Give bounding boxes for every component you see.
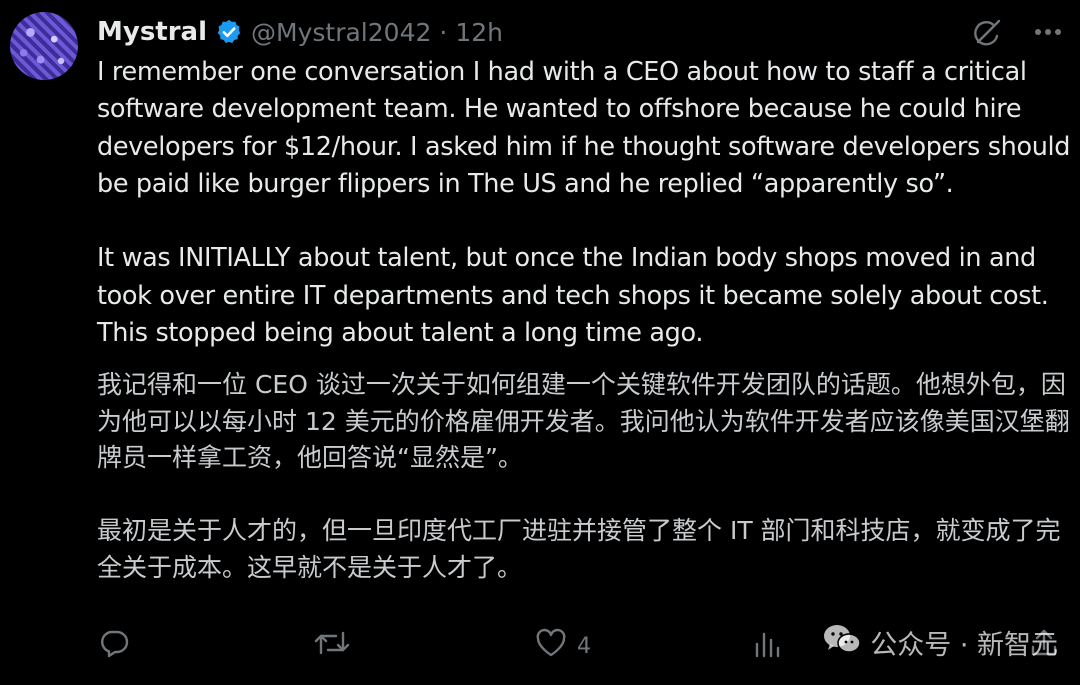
like-button[interactable]: 4	[535, 624, 591, 668]
translation-paragraph: 我记得和一位 CEO 谈过一次关于如何组建一个关键软件开发团队的话题。他想外包，…	[97, 370, 1070, 472]
translation-paragraph: 最初是关于人才的，但一旦印度代工厂进驻并接管了整个 IT 部门和科技店，就变成了…	[97, 516, 1061, 582]
reply-button[interactable]	[98, 624, 130, 668]
views-icon	[754, 628, 780, 664]
reply-icon	[98, 627, 130, 665]
views-button[interactable]	[754, 624, 780, 668]
watermark: 公众号 · 新智元	[822, 620, 1058, 664]
post-time[interactable]: 12h	[455, 18, 503, 47]
post-header: Mystral @Mystral2042 · 12h	[97, 14, 503, 50]
top-actions	[972, 14, 1062, 50]
verified-badge-icon	[215, 18, 243, 46]
like-count: 4	[577, 633, 591, 659]
wechat-icon	[822, 622, 862, 663]
post-paragraph: I remember one conversation I had with a…	[97, 57, 1071, 199]
more-icon[interactable]	[1034, 28, 1062, 36]
author-handle[interactable]: @Mystral2042	[251, 18, 431, 47]
author-name[interactable]: Mystral	[97, 17, 207, 47]
separator-dot: ·	[439, 17, 448, 47]
watermark-text: 公众号 · 新智元	[870, 629, 1058, 661]
post-text: I remember one conversation I had with a…	[97, 54, 1072, 352]
post-translation: 我记得和一位 CEO 谈过一次关于如何组建一个关键软件开发团队的话题。他想外包，…	[97, 367, 1072, 586]
grok-icon[interactable]	[972, 16, 1004, 48]
like-icon	[535, 628, 567, 664]
avatar[interactable]	[10, 12, 78, 80]
post-paragraph: It was INITIALLY about talent, but once …	[97, 243, 1049, 349]
retweet-icon	[314, 627, 350, 665]
retweet-button[interactable]	[314, 624, 350, 668]
